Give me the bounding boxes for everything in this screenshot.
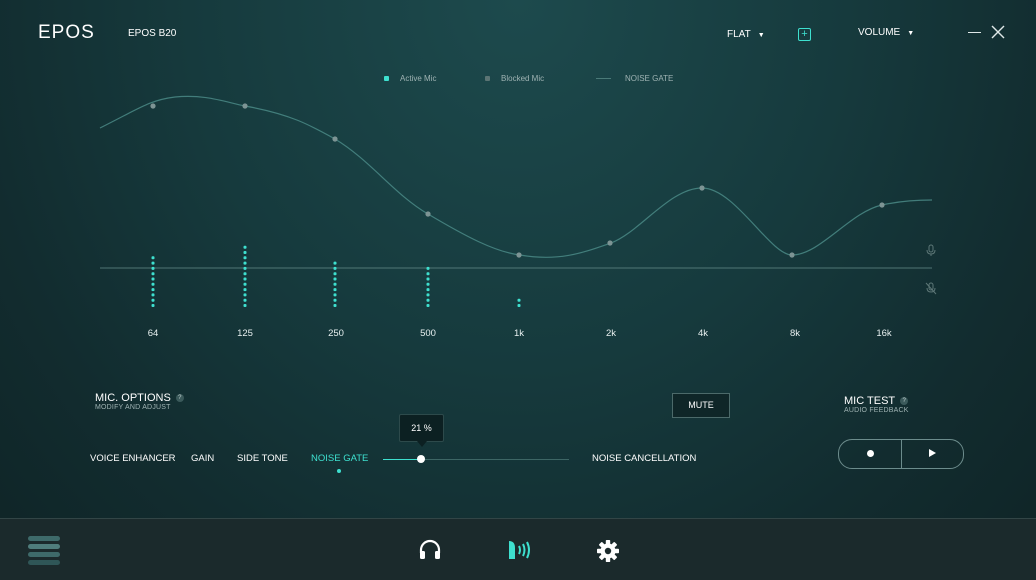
eq-band-point[interactable]	[332, 136, 338, 142]
mic-level-segment	[426, 298, 430, 302]
mic-level-segment	[333, 293, 337, 297]
mic-level-segment	[151, 288, 155, 292]
eq-band-point[interactable]	[699, 185, 705, 191]
eq-curve	[99, 95, 933, 258]
freq-label: 250	[328, 328, 344, 339]
mic-level-segment	[243, 298, 247, 302]
freq-label: 4k	[697, 328, 709, 339]
mic-level-segment	[243, 282, 247, 286]
mic-level-segment	[426, 304, 430, 307]
eq-band-point[interactable]	[242, 103, 248, 109]
eq-band-point[interactable]	[607, 240, 613, 246]
mic-level-segment	[426, 288, 430, 292]
mic-level-bar	[151, 256, 155, 307]
mic-level-segment	[243, 304, 247, 307]
mic-level-segment	[243, 251, 247, 254]
play-icon[interactable]	[929, 449, 936, 457]
eq-points	[150, 103, 885, 258]
mic-options-title: MIC. OPTIONS	[95, 392, 171, 404]
microphone-voice-icon[interactable]	[505, 538, 533, 562]
mic-level-segment	[243, 277, 247, 281]
mic-level-segment	[151, 261, 155, 265]
menu-icon[interactable]	[28, 534, 64, 566]
mic-level-segment	[426, 277, 430, 281]
option-voice-enhancer[interactable]: VOICE ENHANCER	[90, 453, 176, 464]
mic-options-header: MIC. OPTIONS? MODIFY AND ADJUST	[95, 392, 184, 411]
mic-level-segment	[243, 245, 247, 249]
mic-level-segment	[333, 298, 337, 302]
mic-level-bar	[333, 261, 337, 307]
eq-band-point[interactable]	[150, 103, 156, 109]
mic-level-segment	[243, 266, 247, 270]
help-icon[interactable]: ?	[900, 397, 909, 405]
mic-level-segment	[426, 266, 430, 270]
eq-band-point[interactable]	[425, 211, 431, 217]
mic-level-segment	[333, 266, 337, 270]
mic-level-bars	[151, 245, 521, 307]
mic-level-segment	[333, 282, 337, 286]
mic-level-segment	[333, 277, 337, 281]
mic-level-segment	[426, 282, 430, 286]
mic-level-segment	[151, 293, 155, 297]
mic-level-bar	[426, 266, 430, 307]
eq-band-point[interactable]	[516, 252, 522, 258]
freq-label: 1k	[513, 328, 525, 339]
mic-level-segment	[243, 288, 247, 292]
mic-level-segment	[151, 282, 155, 286]
mic-level-segment	[151, 272, 155, 276]
eq-band-point[interactable]	[879, 202, 885, 208]
freq-label: 500	[420, 328, 436, 339]
gear-icon[interactable]	[596, 539, 620, 563]
mic-level-segment	[151, 298, 155, 302]
microphone-muted-icon	[925, 282, 937, 295]
noise-gate-slider-thumb[interactable]	[417, 455, 425, 463]
mic-level-segment	[426, 293, 430, 297]
eq-graph	[99, 95, 937, 307]
option-noise-cancellation[interactable]: NOISE CANCELLATION	[592, 453, 696, 464]
option-gain[interactable]: GAIN	[191, 453, 214, 464]
mic-level-segment	[151, 277, 155, 281]
mic-test-header: MIC TEST? AUDIO FEEDBACK	[844, 395, 909, 414]
microphone-icon	[926, 244, 936, 256]
mic-level-segment	[243, 256, 247, 260]
mic-level-segment	[426, 272, 430, 276]
help-icon[interactable]: ?	[175, 394, 184, 402]
mute-button[interactable]: MUTE	[672, 393, 730, 418]
headset-icon[interactable]	[418, 538, 442, 562]
record-icon[interactable]	[867, 450, 874, 457]
mic-level-segment	[243, 261, 247, 265]
mic-level-bar	[517, 298, 521, 307]
mic-level-segment	[243, 272, 247, 276]
freq-label: 16k	[876, 328, 892, 339]
active-option-indicator	[337, 469, 341, 473]
freq-label: 8k	[789, 328, 801, 339]
mic-options-subtitle: MODIFY AND ADJUST	[95, 404, 171, 411]
mic-level-segment	[333, 304, 337, 307]
noise-gate-slider-fill	[383, 459, 421, 460]
mic-level-segment	[517, 298, 521, 302]
freq-label: 64	[147, 328, 159, 339]
mic-test-subtitle: AUDIO FEEDBACK	[844, 407, 909, 414]
noise-gate-value-tooltip: 21 %	[399, 414, 444, 447]
option-noise-gate[interactable]: NOISE GATE	[311, 453, 368, 464]
eq-band-point[interactable]	[789, 252, 795, 258]
mic-level-segment	[333, 288, 337, 292]
freq-label: 125	[237, 328, 253, 339]
mic-level-segment	[151, 304, 155, 307]
mic-level-segment	[243, 293, 247, 297]
mic-level-segment	[333, 272, 337, 276]
mic-level-segment	[151, 256, 155, 260]
mic-level-segment	[333, 261, 337, 265]
mic-test-title: MIC TEST	[844, 395, 896, 407]
freq-label: 2k	[605, 328, 617, 339]
mic-test-controls	[838, 439, 964, 469]
mic-level-segment	[517, 304, 521, 307]
mic-level-bar	[243, 245, 247, 307]
mic-level-segment	[151, 266, 155, 270]
option-side-tone[interactable]: SIDE TONE	[237, 453, 288, 464]
